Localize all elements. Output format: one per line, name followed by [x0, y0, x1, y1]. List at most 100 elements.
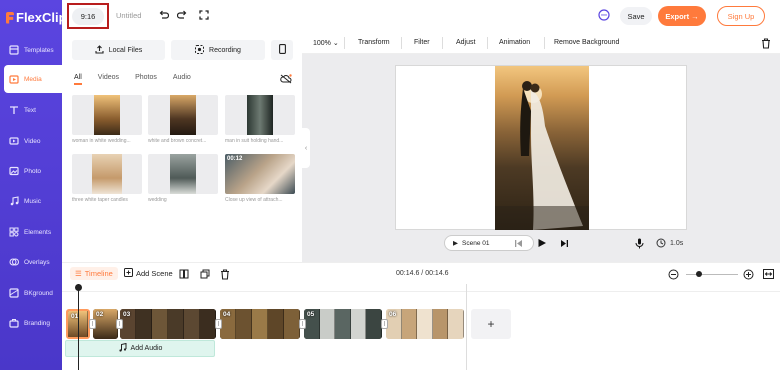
- fullscreen-icon[interactable]: [198, 9, 210, 21]
- media-tabs: All Videos Photos Audio: [74, 74, 207, 85]
- background-icon: [8, 288, 19, 299]
- sidebar-item-templates[interactable]: Templates: [0, 36, 62, 64]
- sidebar-item-elements[interactable]: Elements: [0, 218, 62, 246]
- duplicate-icon[interactable]: [199, 268, 211, 280]
- play-icon[interactable]: [536, 237, 548, 249]
- timeline-clip[interactable]: 02: [93, 309, 118, 339]
- fit-timeline-icon[interactable]: [762, 268, 774, 280]
- timeline-clip[interactable]: 05: [304, 309, 382, 339]
- zoom-slider-handle[interactable]: [696, 271, 702, 277]
- media-thumbnail[interactable]: [148, 95, 218, 135]
- sidebar-item-photo[interactable]: Photo: [0, 157, 62, 185]
- zoom-slider-track[interactable]: [686, 274, 738, 275]
- microphone-icon[interactable]: [633, 237, 645, 249]
- collapse-panel-button[interactable]: ‹: [302, 128, 310, 168]
- sidebar-item-label: Templates: [24, 46, 54, 54]
- clip-number: 02: [96, 311, 104, 318]
- skip-back-icon[interactable]: [512, 237, 524, 249]
- timeline-label: Timeline: [84, 269, 113, 278]
- save-button[interactable]: Save: [620, 7, 652, 25]
- app-logo[interactable]: FlexClip: [6, 10, 67, 25]
- recording-button[interactable]: Recording: [171, 40, 265, 60]
- export-button[interactable]: Export →: [658, 6, 706, 26]
- upload-icon: [95, 44, 104, 56]
- tab-all[interactable]: All: [74, 74, 82, 85]
- chevron-left-icon: ‹: [304, 144, 308, 152]
- remove-background-button[interactable]: Remove Background: [554, 39, 619, 46]
- thumbnail-caption: white and brown concret...: [148, 138, 207, 144]
- divider: [401, 37, 402, 49]
- transform-button[interactable]: Transform: [358, 39, 390, 46]
- zoom-value: 100%: [313, 40, 331, 47]
- phone-upload-button[interactable]: [271, 40, 293, 60]
- tab-videos[interactable]: Videos: [98, 74, 119, 85]
- wedding-photo[interactable]: [495, 66, 589, 230]
- transition-handle[interactable]: |: [381, 319, 388, 329]
- add-clip-button[interactable]: +: [471, 309, 511, 339]
- thumbnail-caption: woman in white wedding...: [72, 138, 131, 144]
- transition-handle[interactable]: |: [89, 319, 96, 329]
- thumbnail-caption: Close up view of attrach...: [225, 197, 283, 203]
- tab-photos[interactable]: Photos: [135, 74, 157, 85]
- undo-icon[interactable]: [157, 9, 169, 21]
- media-thumbnail[interactable]: [148, 154, 218, 194]
- local-files-button[interactable]: Local Files: [72, 40, 165, 60]
- clip-number: 01: [71, 313, 79, 320]
- media-thumbnail[interactable]: [72, 95, 142, 135]
- add-scene-button[interactable]: Add Scene: [124, 268, 173, 279]
- media-thumbnail[interactable]: 00:12: [225, 154, 295, 194]
- zoom-in-icon[interactable]: [742, 268, 754, 280]
- playhead[interactable]: [75, 284, 82, 370]
- sidebar-item-bkground[interactable]: BKground: [0, 279, 62, 307]
- transition-handle[interactable]: |: [299, 319, 306, 329]
- divider: [487, 37, 488, 49]
- scene-duration[interactable]: 1.0s: [670, 240, 683, 247]
- sidebar-item-text[interactable]: Text: [0, 96, 62, 124]
- signup-button[interactable]: Sign Up: [717, 6, 765, 26]
- flexclip-logo-icon: [6, 11, 14, 24]
- phone-icon: [278, 44, 286, 56]
- clip-number: 03: [123, 311, 131, 318]
- clip-number: 06: [389, 311, 397, 318]
- project-title[interactable]: Untitled: [116, 11, 141, 20]
- sidebar-item-video[interactable]: Video: [0, 127, 62, 155]
- sidebar-item-branding[interactable]: Branding: [0, 309, 62, 337]
- redo-icon[interactable]: [176, 9, 188, 21]
- split-icon[interactable]: [178, 268, 190, 280]
- skip-forward-icon[interactable]: [558, 237, 570, 249]
- elements-icon: [8, 227, 19, 238]
- timeline-clip[interactable]: 06: [386, 309, 464, 339]
- chat-support-icon[interactable]: [598, 9, 610, 21]
- record-icon: [195, 44, 205, 56]
- zoom-out-icon[interactable]: [667, 268, 679, 280]
- aspect-ratio-button[interactable]: 9:16: [67, 3, 109, 29]
- sidebar-item-overlays[interactable]: Overlays: [0, 248, 62, 276]
- aspect-ratio-label: 9:16: [71, 7, 105, 25]
- add-audio-label: Add Audio: [130, 345, 163, 352]
- timeline-ruler[interactable]: [62, 284, 780, 292]
- timeline-clip[interactable]: 03: [120, 309, 216, 339]
- top-bar: 9:16 Untitled Save Export → Sign Up: [62, 0, 780, 32]
- timeline-tab[interactable]: ☰ Timeline: [70, 267, 118, 280]
- cloud-off-icon[interactable]: [280, 73, 292, 85]
- timeline-clip[interactable]: 04: [220, 309, 300, 339]
- zoom-dropdown[interactable]: 100% ⌄: [313, 39, 339, 47]
- transition-handle[interactable]: |: [215, 319, 222, 329]
- add-audio-button[interactable]: Add Audio: [65, 340, 215, 357]
- trash-icon[interactable]: [760, 37, 772, 49]
- sidebar-item-media[interactable]: Media: [4, 65, 62, 93]
- filter-button[interactable]: Filter: [414, 39, 430, 46]
- left-sidebar: FlexClip Templates Media Text Video Phot…: [0, 0, 67, 370]
- adjust-button[interactable]: Adjust: [456, 39, 475, 46]
- duration-label: 00:12: [227, 156, 243, 162]
- transition-handle[interactable]: |: [116, 319, 123, 329]
- sidebar-item-music[interactable]: Music: [0, 187, 62, 215]
- media-thumbnail[interactable]: [72, 154, 142, 194]
- media-thumbnail[interactable]: [225, 95, 295, 135]
- timeline-icon: ☰: [75, 269, 82, 278]
- delete-icon[interactable]: [219, 268, 231, 280]
- overlays-icon: [8, 257, 19, 268]
- canvas[interactable]: [395, 65, 687, 230]
- tab-audio[interactable]: Audio: [173, 74, 191, 85]
- animation-button[interactable]: Animation: [499, 39, 530, 46]
